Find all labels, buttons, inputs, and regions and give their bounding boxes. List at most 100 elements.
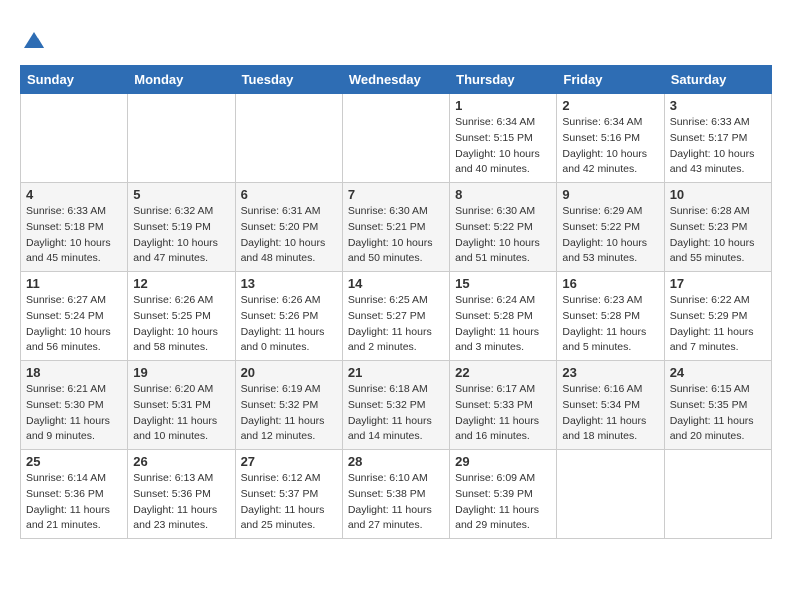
weekday-header-friday: Friday xyxy=(557,66,664,94)
cell-info: Sunrise: 6:33 AM Sunset: 5:18 PM Dayligh… xyxy=(26,204,122,267)
calendar-cell: 5 Sunrise: 6:32 AM Sunset: 5:19 PM Daylig… xyxy=(128,183,235,272)
cell-date: 19 xyxy=(133,365,229,380)
cell-date: 3 xyxy=(670,98,766,113)
calendar-cell: 7 Sunrise: 6:30 AM Sunset: 5:21 PM Daylig… xyxy=(342,183,449,272)
calendar-cell: 11 Sunrise: 6:27 AM Sunset: 5:24 PM Dayli… xyxy=(21,272,128,361)
cell-date: 6 xyxy=(241,187,337,202)
calendar-cell: 13 Sunrise: 6:26 AM Sunset: 5:26 PM Dayli… xyxy=(235,272,342,361)
calendar-week-3: 11 Sunrise: 6:27 AM Sunset: 5:24 PM Dayli… xyxy=(21,272,772,361)
cell-info: Sunrise: 6:28 AM Sunset: 5:23 PM Dayligh… xyxy=(670,204,766,267)
cell-info: Sunrise: 6:31 AM Sunset: 5:20 PM Dayligh… xyxy=(241,204,337,267)
calendar-cell xyxy=(21,94,128,183)
calendar-cell: 17 Sunrise: 6:22 AM Sunset: 5:29 PM Dayli… xyxy=(664,272,771,361)
cell-info: Sunrise: 6:23 AM Sunset: 5:28 PM Dayligh… xyxy=(562,293,658,356)
weekday-header-sunday: Sunday xyxy=(21,66,128,94)
calendar-cell: 16Sunrise: 6:23 AM Sunset: 5:28 PM Dayli… xyxy=(557,272,664,361)
calendar-cell: 23 Sunrise: 6:16 AM Sunset: 5:34 PM Dayli… xyxy=(557,361,664,450)
cell-info: Sunrise: 6:30 AM Sunset: 5:22 PM Dayligh… xyxy=(455,204,551,267)
cell-date: 8 xyxy=(455,187,551,202)
calendar-cell: 9 Sunrise: 6:29 AM Sunset: 5:22 PM Daylig… xyxy=(557,183,664,272)
cell-info: Sunrise: 6:15 AM Sunset: 5:35 PM Dayligh… xyxy=(670,382,766,445)
cell-date: 7 xyxy=(348,187,444,202)
calendar-week-5: 25Sunrise: 6:14 AM Sunset: 5:36 PM Dayli… xyxy=(21,450,772,539)
cell-date: 9 xyxy=(562,187,658,202)
cell-date: 23 xyxy=(562,365,658,380)
calendar-cell: 18Sunrise: 6:21 AM Sunset: 5:30 PM Dayli… xyxy=(21,361,128,450)
cell-info: Sunrise: 6:16 AM Sunset: 5:34 PM Dayligh… xyxy=(562,382,658,445)
cell-info: Sunrise: 6:34 AM Sunset: 5:15 PM Dayligh… xyxy=(455,115,551,178)
calendar-cell xyxy=(128,94,235,183)
calendar-cell: 4 Sunrise: 6:33 AM Sunset: 5:18 PM Daylig… xyxy=(21,183,128,272)
cell-date: 27 xyxy=(241,454,337,469)
logo-icon xyxy=(22,30,46,50)
cell-date: 2 xyxy=(562,98,658,113)
cell-date: 10 xyxy=(670,187,766,202)
cell-info: Sunrise: 6:27 AM Sunset: 5:24 PM Dayligh… xyxy=(26,293,122,356)
cell-date: 14 xyxy=(348,276,444,291)
cell-date: 12 xyxy=(133,276,229,291)
cell-info: Sunrise: 6:17 AM Sunset: 5:33 PM Dayligh… xyxy=(455,382,551,445)
weekday-header-thursday: Thursday xyxy=(450,66,557,94)
cell-info: Sunrise: 6:25 AM Sunset: 5:27 PM Dayligh… xyxy=(348,293,444,356)
cell-date: 1 xyxy=(455,98,551,113)
cell-date: 26 xyxy=(133,454,229,469)
calendar-week-1: 1 Sunrise: 6:34 AM Sunset: 5:15 PM Daylig… xyxy=(21,94,772,183)
weekday-header-row: SundayMondayTuesdayWednesdayThursdayFrid… xyxy=(21,66,772,94)
calendar-cell: 27 Sunrise: 6:12 AM Sunset: 5:37 PM Dayli… xyxy=(235,450,342,539)
cell-info: Sunrise: 6:10 AM Sunset: 5:38 PM Dayligh… xyxy=(348,471,444,534)
calendar-cell: 8 Sunrise: 6:30 AM Sunset: 5:22 PM Daylig… xyxy=(450,183,557,272)
calendar-cell: 19 Sunrise: 6:20 AM Sunset: 5:31 PM Dayli… xyxy=(128,361,235,450)
cell-date: 15 xyxy=(455,276,551,291)
cell-info: Sunrise: 6:30 AM Sunset: 5:21 PM Dayligh… xyxy=(348,204,444,267)
calendar-cell: 6 Sunrise: 6:31 AM Sunset: 5:20 PM Daylig… xyxy=(235,183,342,272)
calendar-week-4: 18Sunrise: 6:21 AM Sunset: 5:30 PM Dayli… xyxy=(21,361,772,450)
calendar-cell: 22 Sunrise: 6:17 AM Sunset: 5:33 PM Dayli… xyxy=(450,361,557,450)
cell-date: 11 xyxy=(26,276,122,291)
cell-date: 20 xyxy=(241,365,337,380)
weekday-header-tuesday: Tuesday xyxy=(235,66,342,94)
calendar-cell: 20 Sunrise: 6:19 AM Sunset: 5:32 PM Dayli… xyxy=(235,361,342,450)
cell-date: 24 xyxy=(670,365,766,380)
cell-info: Sunrise: 6:22 AM Sunset: 5:29 PM Dayligh… xyxy=(670,293,766,356)
cell-info: Sunrise: 6:09 AM Sunset: 5:39 PM Dayligh… xyxy=(455,471,551,534)
calendar-cell: 21 Sunrise: 6:18 AM Sunset: 5:32 PM Dayli… xyxy=(342,361,449,450)
calendar-week-2: 4 Sunrise: 6:33 AM Sunset: 5:18 PM Daylig… xyxy=(21,183,772,272)
calendar-cell xyxy=(235,94,342,183)
cell-info: Sunrise: 6:29 AM Sunset: 5:22 PM Dayligh… xyxy=(562,204,658,267)
page-header xyxy=(20,20,772,55)
cell-info: Sunrise: 6:20 AM Sunset: 5:31 PM Dayligh… xyxy=(133,382,229,445)
cell-info: Sunrise: 6:26 AM Sunset: 5:26 PM Dayligh… xyxy=(241,293,337,356)
calendar-cell: 15Sunrise: 6:24 AM Sunset: 5:28 PM Dayli… xyxy=(450,272,557,361)
calendar-table: SundayMondayTuesdayWednesdayThursdayFrid… xyxy=(20,65,772,539)
weekday-header-wednesday: Wednesday xyxy=(342,66,449,94)
calendar-cell xyxy=(342,94,449,183)
weekday-header-monday: Monday xyxy=(128,66,235,94)
calendar-cell: 28 Sunrise: 6:10 AM Sunset: 5:38 PM Dayli… xyxy=(342,450,449,539)
cell-date: 28 xyxy=(348,454,444,469)
calendar-cell: 29 Sunrise: 6:09 AM Sunset: 5:39 PM Dayli… xyxy=(450,450,557,539)
cell-date: 5 xyxy=(133,187,229,202)
cell-date: 17 xyxy=(670,276,766,291)
cell-info: Sunrise: 6:18 AM Sunset: 5:32 PM Dayligh… xyxy=(348,382,444,445)
cell-info: Sunrise: 6:12 AM Sunset: 5:37 PM Dayligh… xyxy=(241,471,337,534)
calendar-cell: 24 Sunrise: 6:15 AM Sunset: 5:35 PM Dayli… xyxy=(664,361,771,450)
cell-date: 18 xyxy=(26,365,122,380)
cell-info: Sunrise: 6:14 AM Sunset: 5:36 PM Dayligh… xyxy=(26,471,122,534)
cell-date: 4 xyxy=(26,187,122,202)
cell-info: Sunrise: 6:33 AM Sunset: 5:17 PM Dayligh… xyxy=(670,115,766,178)
calendar-cell: 26 Sunrise: 6:13 AM Sunset: 5:36 PM Dayli… xyxy=(128,450,235,539)
calendar-cell: 3 Sunrise: 6:33 AM Sunset: 5:17 PM Daylig… xyxy=(664,94,771,183)
cell-date: 13 xyxy=(241,276,337,291)
cell-date: 22 xyxy=(455,365,551,380)
cell-info: Sunrise: 6:19 AM Sunset: 5:32 PM Dayligh… xyxy=(241,382,337,445)
calendar-cell: 10 Sunrise: 6:28 AM Sunset: 5:23 PM Dayli… xyxy=(664,183,771,272)
cell-info: Sunrise: 6:13 AM Sunset: 5:36 PM Dayligh… xyxy=(133,471,229,534)
cell-info: Sunrise: 6:26 AM Sunset: 5:25 PM Dayligh… xyxy=(133,293,229,356)
cell-date: 21 xyxy=(348,365,444,380)
calendar-cell: 2Sunrise: 6:34 AM Sunset: 5:16 PM Daylig… xyxy=(557,94,664,183)
calendar-cell: 25Sunrise: 6:14 AM Sunset: 5:36 PM Dayli… xyxy=(21,450,128,539)
logo xyxy=(20,30,46,55)
weekday-header-saturday: Saturday xyxy=(664,66,771,94)
cell-info: Sunrise: 6:32 AM Sunset: 5:19 PM Dayligh… xyxy=(133,204,229,267)
cell-date: 29 xyxy=(455,454,551,469)
